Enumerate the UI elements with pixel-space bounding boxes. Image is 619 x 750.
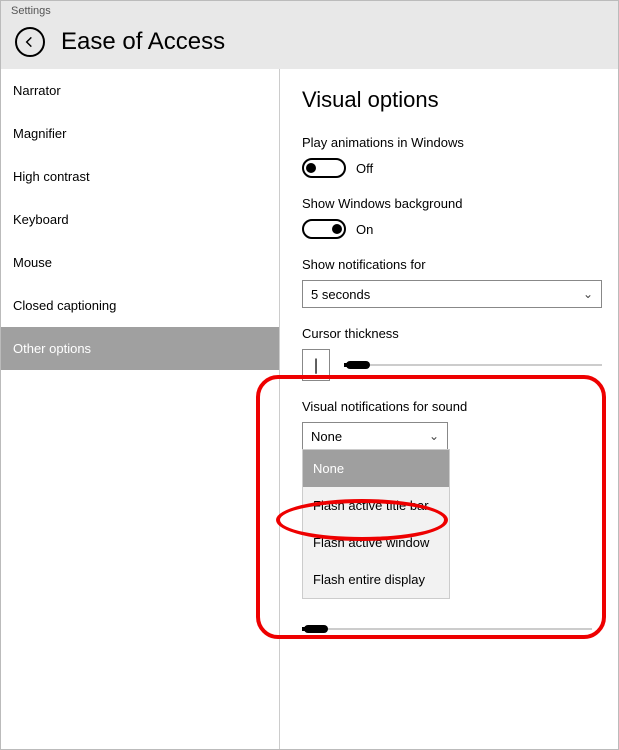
section-title: Visual options — [302, 87, 602, 113]
window-title: Settings — [1, 1, 618, 21]
back-button[interactable] — [15, 27, 45, 57]
cursor-thickness-label: Cursor thickness — [302, 326, 602, 341]
setting-show-notifications: Show notifications for 5 seconds ⌄ — [302, 257, 602, 308]
lower-slider[interactable] — [302, 622, 602, 636]
header: Ease of Access — [1, 21, 618, 69]
sidebar-item-mouse[interactable]: Mouse — [1, 241, 279, 284]
show-notifications-label: Show notifications for — [302, 257, 602, 272]
arrow-left-icon — [22, 34, 38, 50]
content-pane: Visual options Play animations in Window… — [280, 69, 618, 749]
visual-notifications-select[interactable]: None ⌄ — [302, 422, 448, 450]
chevron-down-icon: ⌄ — [429, 429, 439, 443]
show-notifications-value: 5 seconds — [311, 287, 370, 302]
chevron-down-icon: ⌄ — [583, 287, 593, 301]
play-animations-toggle[interactable] — [302, 158, 346, 178]
show-background-toggle[interactable] — [302, 219, 346, 239]
sidebar-item-high-contrast[interactable]: High contrast — [1, 155, 279, 198]
cursor-thickness-slider[interactable] — [344, 358, 602, 372]
sidebar: Narrator Magnifier High contrast Keyboar… — [1, 69, 280, 749]
setting-play-animations: Play animations in Windows Off — [302, 135, 602, 178]
show-background-state: On — [356, 222, 373, 237]
setting-visual-notifications: Visual notifications for sound None ⌄ No… — [302, 399, 602, 450]
cursor-thickness-preview: | — [302, 349, 330, 381]
visual-notifications-dropdown: None Flash active title bar Flash active… — [302, 449, 450, 599]
play-animations-label: Play animations in Windows — [302, 135, 602, 150]
sidebar-item-keyboard[interactable]: Keyboard — [1, 198, 279, 241]
dropdown-option-none[interactable]: None — [303, 450, 449, 487]
dropdown-option-flash-title-bar[interactable]: Flash active title bar — [303, 487, 449, 524]
setting-cursor-thickness: Cursor thickness | — [302, 326, 602, 381]
visual-notifications-label: Visual notifications for sound — [302, 399, 602, 414]
sidebar-item-closed-captioning[interactable]: Closed captioning — [1, 284, 279, 327]
dropdown-option-flash-active-window[interactable]: Flash active window — [303, 524, 449, 561]
show-background-label: Show Windows background — [302, 196, 602, 211]
sidebar-item-other-options[interactable]: Other options — [1, 327, 279, 370]
visual-notifications-value: None — [311, 429, 342, 444]
dropdown-option-flash-entire-display[interactable]: Flash entire display — [303, 561, 449, 598]
page-title: Ease of Access — [61, 28, 225, 56]
sidebar-item-narrator[interactable]: Narrator — [1, 69, 279, 112]
show-notifications-select[interactable]: 5 seconds ⌄ — [302, 280, 602, 308]
setting-show-background: Show Windows background On — [302, 196, 602, 239]
sidebar-item-magnifier[interactable]: Magnifier — [1, 112, 279, 155]
play-animations-state: Off — [356, 161, 373, 176]
